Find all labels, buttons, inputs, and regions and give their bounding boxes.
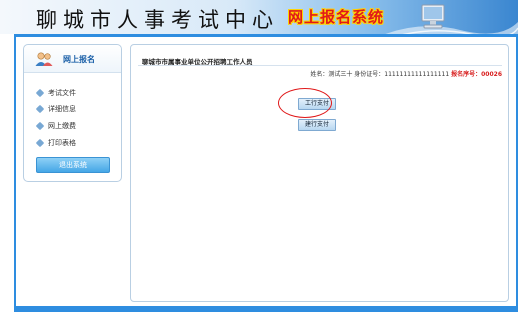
users-icon bbox=[35, 52, 53, 66]
highlight-circle bbox=[278, 88, 332, 118]
bullet-icon bbox=[35, 88, 45, 98]
serial-label: 报名序号： bbox=[451, 71, 482, 78]
frame-bottom-bar bbox=[14, 306, 518, 312]
id-value: 11111111111111111 bbox=[384, 71, 450, 78]
sidebar-item-label: 详细信息 bbox=[48, 105, 76, 113]
content-panel: 聊城市市属事业单位公开招聘工作人员 姓名：测试三十 身份证号：111111111… bbox=[130, 44, 509, 302]
system-brand-title: 网上报名系统 bbox=[288, 8, 385, 26]
sidebar-item-details[interactable]: 详细信息 bbox=[35, 103, 76, 115]
site-title: 聊城市人事考试中心 bbox=[36, 8, 279, 32]
sidebar-header: 网上报名 bbox=[24, 45, 121, 73]
sidebar-item-online-payment[interactable]: 网上缴费 bbox=[35, 120, 76, 132]
sidebar-item-label: 打印表格 bbox=[48, 139, 76, 147]
decorative-wave-icon bbox=[385, 22, 518, 34]
header-banner: 聊城市人事考试中心 网上报名系统 bbox=[0, 0, 518, 34]
bullet-icon bbox=[35, 121, 45, 131]
serial-value: 00026 bbox=[481, 71, 502, 78]
ccb-pay-button[interactable]: 建行支付 bbox=[298, 119, 336, 131]
computer-icon bbox=[421, 4, 445, 29]
sidebar-title: 网上报名 bbox=[63, 55, 95, 64]
exit-button[interactable]: 退出系统 bbox=[36, 157, 110, 173]
sidebar-panel: 网上报名 考试文件 详细信息 网上缴费 打印表格 退出系统 bbox=[23, 44, 122, 182]
title-divider bbox=[138, 65, 502, 66]
sidebar-item-label: 考试文件 bbox=[48, 89, 76, 97]
name-value: 测试三十 bbox=[328, 71, 353, 78]
sidebar-item-label: 网上缴费 bbox=[48, 122, 76, 130]
id-label: 身份证号： bbox=[354, 71, 385, 78]
applicant-info: 姓名：测试三十 身份证号：11111111111111111 报名序号：0002… bbox=[310, 69, 502, 78]
sidebar-item-exam-files[interactable]: 考试文件 bbox=[35, 87, 76, 99]
sidebar-item-print-form[interactable]: 打印表格 bbox=[35, 137, 76, 149]
name-label: 姓名： bbox=[310, 71, 329, 78]
bullet-icon bbox=[35, 138, 45, 148]
bullet-icon bbox=[35, 104, 45, 114]
